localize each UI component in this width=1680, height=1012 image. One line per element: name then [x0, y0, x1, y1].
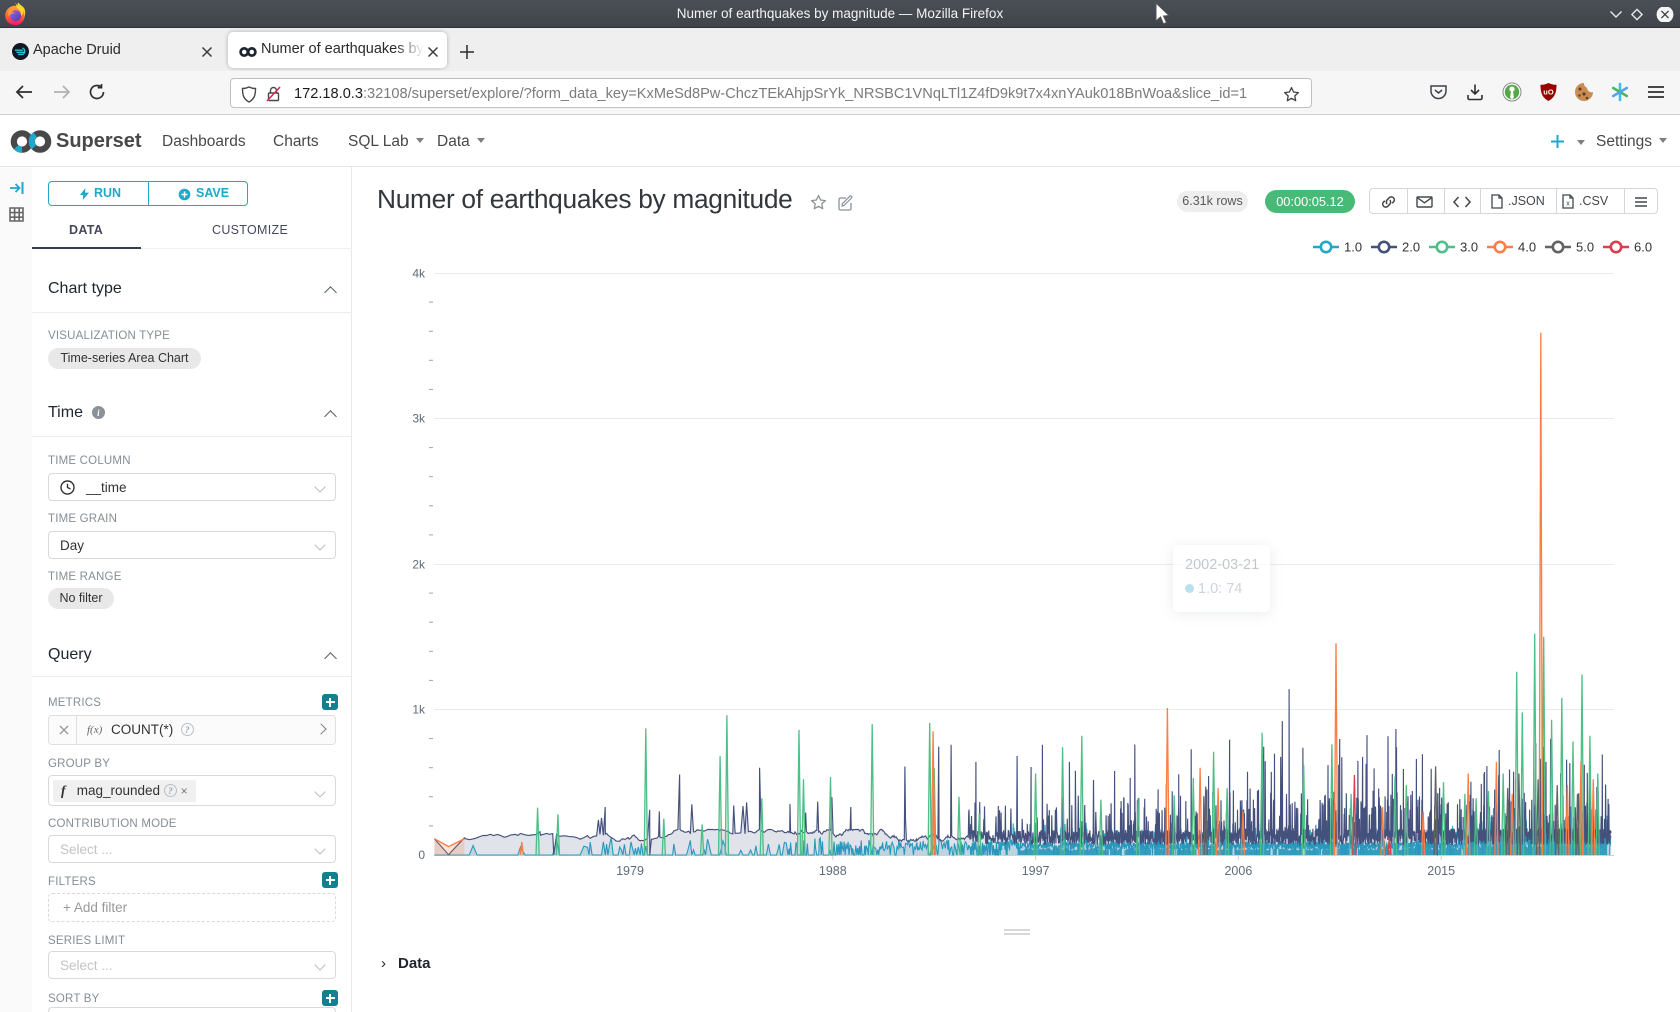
svg-text:x: x: [1566, 201, 1570, 208]
svg-text:2.0: 2.0: [1402, 240, 1420, 255]
svg-text:4.0: 4.0: [1518, 240, 1536, 255]
svg-text:2015: 2015: [1427, 864, 1455, 878]
svg-text:2k: 2k: [412, 558, 426, 572]
svg-text:0: 0: [418, 848, 425, 862]
svg-text:3.0: 3.0: [1460, 240, 1478, 255]
svg-text:1k: 1k: [412, 703, 426, 717]
svg-text:1.0: 1.0: [1344, 240, 1362, 255]
svg-text:1988: 1988: [819, 864, 847, 878]
svg-text:uO: uO: [1543, 88, 1554, 97]
svg-text:3k: 3k: [412, 412, 426, 426]
svg-text:6.0: 6.0: [1634, 240, 1652, 255]
svg-text:2006: 2006: [1224, 864, 1252, 878]
svg-text:1979: 1979: [616, 864, 644, 878]
svg-text:1997: 1997: [1022, 864, 1050, 878]
svg-text:4k: 4k: [412, 267, 426, 281]
svg-text:5.0: 5.0: [1576, 240, 1594, 255]
